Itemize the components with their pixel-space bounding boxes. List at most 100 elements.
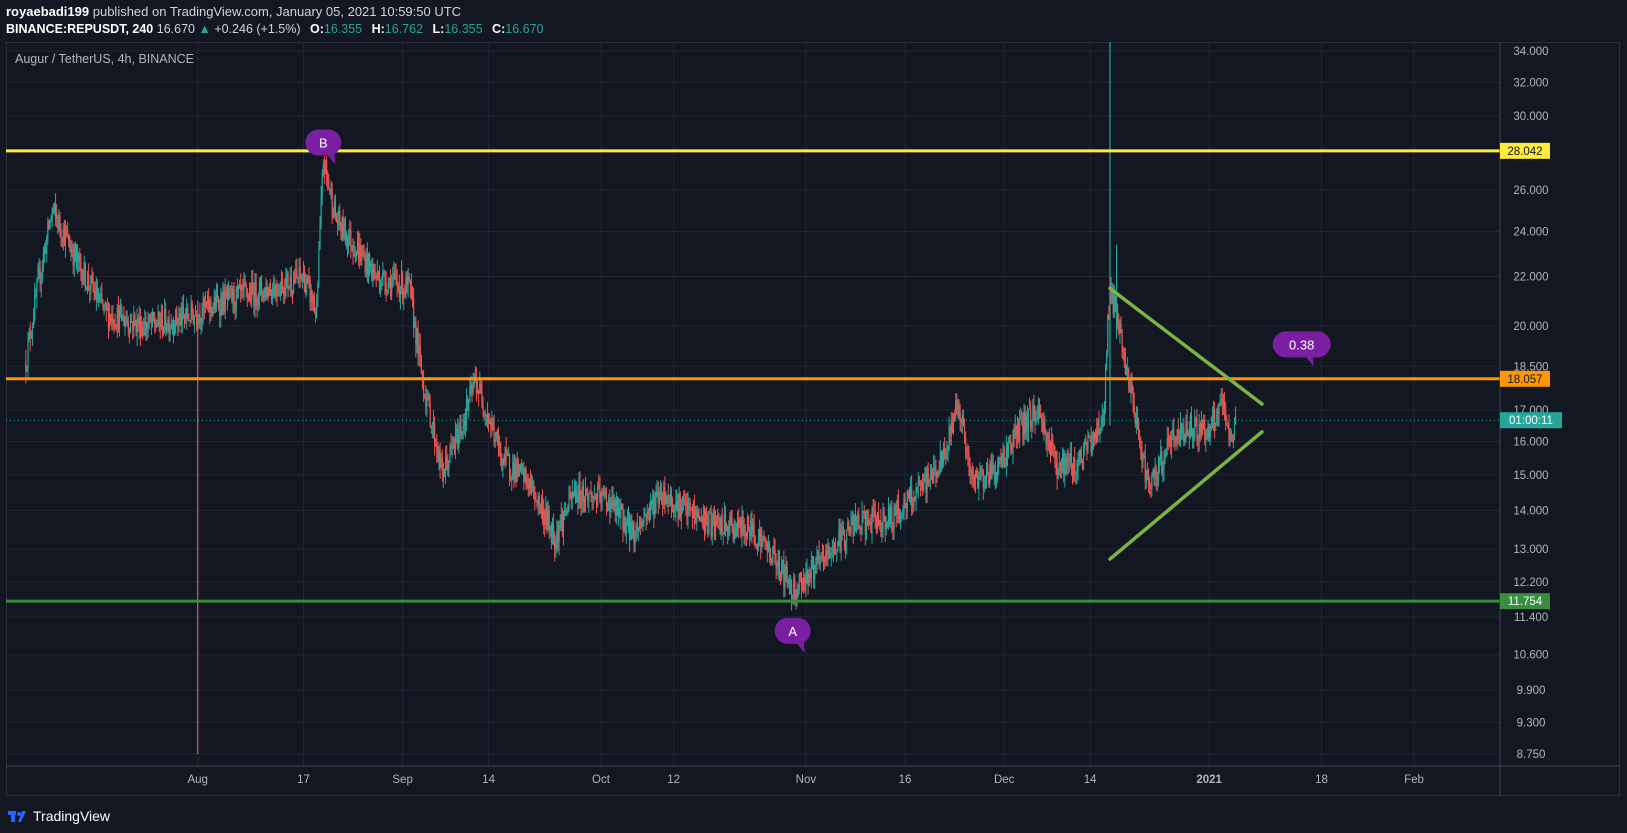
candle-body bbox=[407, 276, 409, 285]
candle-body bbox=[848, 521, 850, 531]
candle-body bbox=[778, 550, 781, 573]
candle-body bbox=[1005, 446, 1008, 467]
candle-body bbox=[300, 275, 302, 279]
candle-body bbox=[1091, 443, 1093, 453]
candle-body bbox=[566, 513, 568, 515]
candle-body bbox=[551, 525, 554, 543]
candle-body bbox=[830, 552, 832, 555]
candle-body bbox=[383, 272, 385, 274]
candle-body bbox=[616, 499, 619, 516]
candle-body bbox=[534, 497, 536, 501]
candle-body bbox=[1075, 471, 1077, 474]
candle-body bbox=[285, 278, 287, 297]
candle-body bbox=[709, 511, 711, 513]
candle-body bbox=[1039, 412, 1042, 419]
x-tick-label: 17 bbox=[297, 774, 310, 786]
tradingview-brand[interactable]: TradingView bbox=[8, 808, 110, 824]
candle-body bbox=[1047, 433, 1049, 438]
candle-body bbox=[637, 529, 640, 531]
candle-body bbox=[1131, 382, 1133, 388]
candle-body bbox=[918, 479, 920, 484]
candle-body bbox=[46, 236, 48, 254]
candle-body bbox=[278, 293, 280, 295]
candle-body bbox=[372, 268, 374, 279]
candle-body bbox=[847, 521, 849, 530]
candle-body bbox=[826, 551, 828, 556]
candle-body bbox=[873, 510, 875, 512]
candle-body bbox=[1232, 439, 1234, 442]
candle-body bbox=[309, 280, 311, 303]
candle-body bbox=[1158, 458, 1161, 462]
candle-body bbox=[691, 509, 694, 519]
candle-body bbox=[375, 275, 377, 279]
candle-body bbox=[686, 505, 688, 517]
candle-body bbox=[1141, 453, 1143, 462]
candle-body bbox=[241, 285, 243, 291]
candle-body bbox=[664, 487, 666, 503]
candle-body bbox=[451, 445, 453, 448]
candle-body bbox=[956, 400, 958, 410]
candle-body bbox=[277, 293, 279, 295]
candle-body bbox=[460, 425, 462, 436]
candle-body bbox=[286, 272, 288, 279]
candle-body bbox=[810, 559, 812, 579]
candle-body bbox=[436, 445, 438, 452]
candle-body bbox=[944, 447, 946, 457]
candle-body bbox=[675, 501, 677, 511]
candle-body bbox=[1002, 448, 1004, 460]
candle-body bbox=[507, 455, 510, 457]
candle-body bbox=[955, 400, 957, 416]
candle-body bbox=[1228, 423, 1230, 440]
candle-body bbox=[1078, 458, 1080, 464]
candle-body bbox=[1163, 459, 1165, 470]
chart-title: Augur / TetherUS, 4h, BINANCE bbox=[15, 52, 194, 66]
candle-body bbox=[159, 321, 161, 327]
candle-body bbox=[508, 455, 511, 474]
candle-body bbox=[410, 285, 413, 293]
candle-body bbox=[395, 275, 397, 279]
candle-body bbox=[589, 492, 591, 494]
candle-body bbox=[205, 303, 208, 305]
candle-body bbox=[35, 294, 37, 296]
y-tick-label: 15.000 bbox=[1513, 470, 1548, 482]
candle-body bbox=[917, 479, 919, 488]
candle-body bbox=[1089, 436, 1091, 438]
candle-body bbox=[874, 510, 876, 526]
candle-body bbox=[718, 514, 720, 518]
candle-body bbox=[327, 173, 329, 180]
candle-body bbox=[794, 579, 796, 601]
candle-body bbox=[651, 500, 653, 504]
candle-body bbox=[1162, 469, 1164, 473]
candle-body bbox=[428, 392, 430, 405]
candle-body bbox=[29, 332, 31, 339]
candle-body bbox=[604, 491, 606, 494]
candle-body bbox=[1177, 429, 1179, 439]
candle-body bbox=[705, 510, 707, 532]
candle-body bbox=[426, 399, 428, 407]
candle-body bbox=[858, 514, 860, 529]
candle-body bbox=[729, 516, 731, 526]
author-name[interactable]: royaebadi199 bbox=[6, 4, 89, 19]
y-tick-label: 12.200 bbox=[1513, 577, 1548, 589]
candle-body bbox=[422, 381, 425, 395]
candle-body bbox=[263, 289, 265, 299]
candle-body bbox=[1113, 296, 1115, 314]
candle-body bbox=[694, 507, 696, 518]
candle-body bbox=[776, 566, 778, 568]
candle-body bbox=[592, 497, 594, 499]
price-chart[interactable]: B A 0.38 Aug 17 Sep 14 Oct 12 Nov 16 Dec 14 2021 18 Fe… bbox=[6, 42, 1620, 796]
candle-body bbox=[366, 254, 368, 275]
candle-body bbox=[394, 272, 396, 276]
candle-body bbox=[1142, 456, 1144, 462]
candle-body bbox=[48, 221, 50, 228]
candle-body bbox=[632, 523, 634, 538]
candle-body bbox=[931, 471, 934, 483]
candle-body bbox=[627, 513, 630, 521]
candle-body bbox=[527, 484, 529, 489]
candle-body bbox=[724, 514, 727, 525]
candle-body bbox=[568, 492, 570, 507]
candle-body bbox=[1120, 323, 1122, 330]
candle-body bbox=[739, 520, 741, 528]
candle-body bbox=[261, 281, 263, 294]
candle-body bbox=[907, 492, 909, 495]
